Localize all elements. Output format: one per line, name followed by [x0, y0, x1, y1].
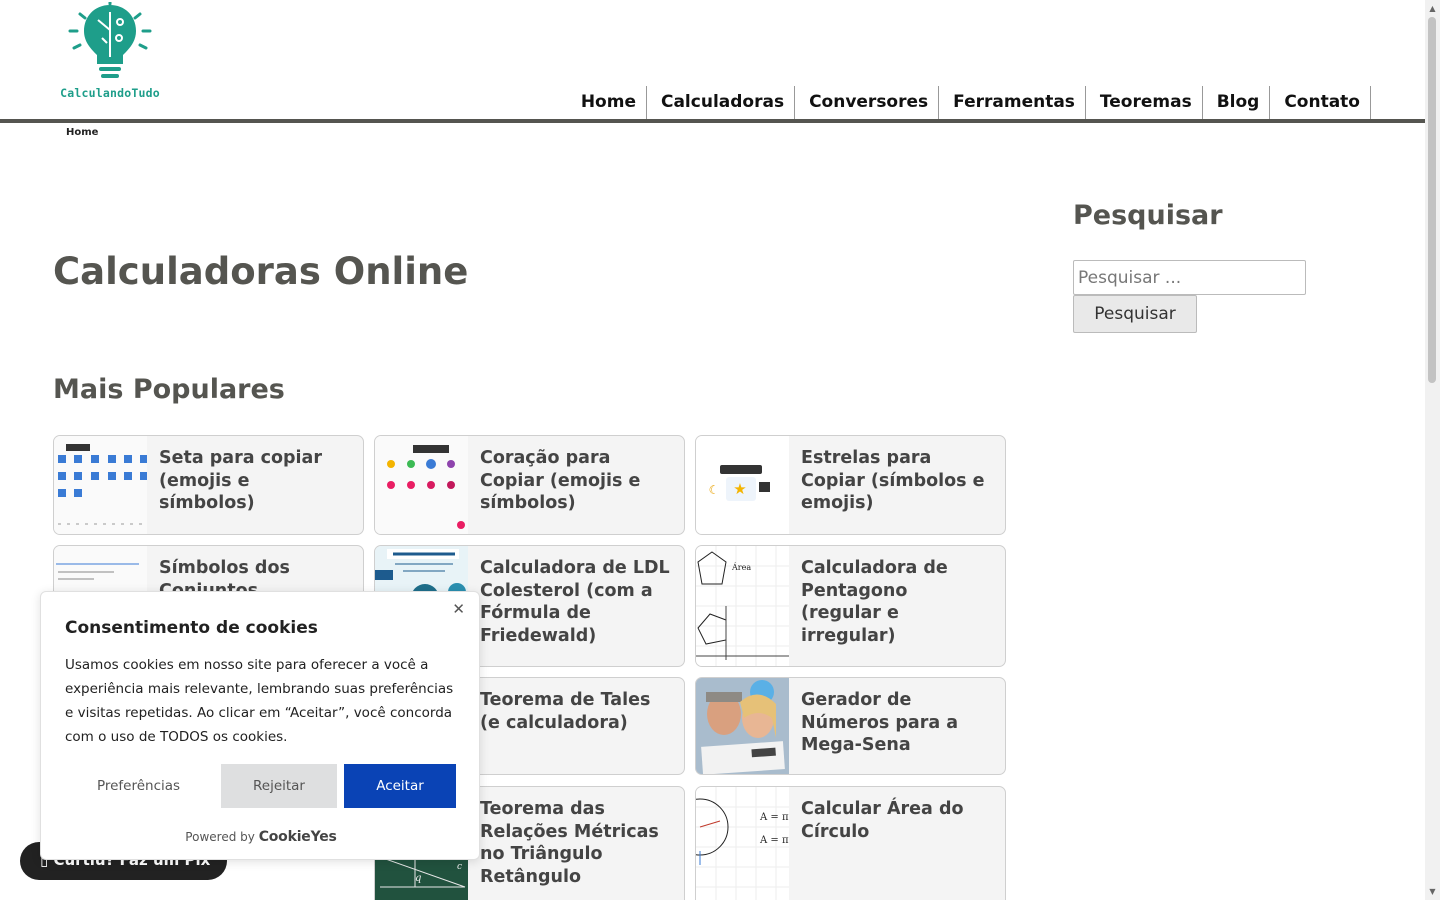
- cookie-description: Usamos cookies em nosso site para oferec…: [65, 657, 454, 745]
- pentagon-area-label: Área: [731, 563, 751, 572]
- site-logo[interactable]: CalculandoTudo: [54, 2, 166, 100]
- nav-item-contato[interactable]: Contato: [1270, 86, 1371, 119]
- card-coracao[interactable]: Coração para Copiar (emojis e símbolos): [374, 435, 685, 535]
- scroll-down-arrow-icon[interactable]: ▼: [1428, 887, 1437, 896]
- header-divider: [0, 119, 1425, 123]
- scrollbar-thumb[interactable]: [1428, 17, 1436, 383]
- card-title: Calculadora de LDL Colesterol (com a Fór…: [480, 558, 670, 646]
- circle-area-thumbnail-icon: A = π A = π: [696, 787, 789, 900]
- section-title-popular: Mais Populares: [53, 374, 285, 405]
- main-navigation: Home Calculadoras Conversores Ferramenta…: [571, 86, 1371, 119]
- nav-item-ferramentas[interactable]: Ferramentas: [939, 86, 1086, 119]
- card-thumbnail: Área: [696, 546, 789, 666]
- svg-text:c: c: [457, 862, 462, 872]
- site-header: CalculandoTudo Home Calculadoras Convers…: [0, 0, 1425, 124]
- card-title: Calculadora de Pentagono (regular e irre…: [801, 558, 948, 646]
- logo-text: CalculandoTudo: [60, 86, 160, 100]
- lottery-winners-photo-icon: [696, 678, 789, 774]
- search-button[interactable]: Pesquisar: [1073, 295, 1197, 333]
- nav-item-home[interactable]: Home: [571, 86, 647, 119]
- card-thumbnail: A = π A = π: [696, 787, 789, 900]
- svg-text:☾: ☾: [709, 483, 720, 497]
- powered-by-label: Powered by: [185, 830, 255, 844]
- card-area-circulo[interactable]: A = π A = π Calcular Área do Círculo: [695, 786, 1006, 900]
- search-input[interactable]: [1073, 260, 1306, 295]
- arrow-symbols-thumbnail-icon: [58, 444, 147, 525]
- card-thumbnail: [54, 436, 147, 534]
- page-title: Calculadoras Online: [53, 250, 469, 293]
- star-symbols-thumbnail-icon: ★ ☾: [709, 465, 770, 501]
- svg-text:A = π: A = π: [759, 835, 789, 846]
- page-scrollbar[interactable]: ▲ ▼: [1425, 0, 1440, 900]
- scroll-up-arrow-icon[interactable]: ▲: [1428, 4, 1437, 13]
- pentagon-thumbnail-icon: Área: [696, 546, 789, 666]
- card-title: Calcular Área do Círculo: [801, 799, 964, 842]
- card-title: Estrelas para Copiar (símbolos e emojis): [801, 448, 985, 513]
- close-icon[interactable]: ✕: [452, 600, 465, 618]
- lightbulb-logo-icon: [68, 2, 152, 78]
- cookieyes-logo[interactable]: CookieYes: [259, 829, 337, 845]
- card-title: Gerador de Números para a Mega-Sena: [801, 690, 959, 755]
- nav-item-teoremas[interactable]: Teoremas: [1086, 86, 1203, 119]
- svg-text:★: ★: [733, 480, 746, 498]
- nav-item-calculadoras[interactable]: Calculadoras: [647, 86, 796, 119]
- card-thumbnail: [696, 678, 789, 774]
- breadcrumb[interactable]: Home: [66, 127, 98, 138]
- card-title: Teorema das Relações Métricas no Triângu…: [480, 799, 659, 887]
- card-thumbnail: ★ ☾: [696, 436, 789, 534]
- sidebar-search-title: Pesquisar: [1073, 200, 1223, 231]
- cookie-consent-banner: ✕ Consentimento de cookies Usamos cookie…: [40, 591, 480, 860]
- card-mega-sena[interactable]: Gerador de Números para a Mega-Sena: [695, 677, 1006, 775]
- card-thumbnail: [375, 436, 468, 534]
- card-title: Coração para Copiar (emojis e símbolos): [480, 448, 641, 513]
- cookie-preferences-button[interactable]: Preferências: [65, 764, 212, 808]
- cookie-accept-button[interactable]: Aceitar: [344, 764, 456, 808]
- svg-text:q: q: [415, 873, 421, 884]
- svg-text:A = π: A = π: [759, 812, 789, 823]
- cookie-powered-by: Powered by CookieYes: [41, 829, 481, 845]
- card-estrelas[interactable]: ★ ☾ Estrelas para Copiar (símbolos e emo…: [695, 435, 1006, 535]
- cookie-title: Consentimento de cookies: [65, 618, 318, 638]
- card-pentagono[interactable]: Área Calculadora de Pentagono (regular e…: [695, 545, 1006, 667]
- card-title: Teorema de Tales (e calculadora): [480, 690, 651, 733]
- heart-symbols-thumbnail-icon: [387, 445, 465, 529]
- card-title: Seta para copiar (emojis e símbolos): [159, 448, 322, 513]
- card-seta[interactable]: Seta para copiar (emojis e símbolos): [53, 435, 364, 535]
- cookie-reject-button[interactable]: Rejeitar: [221, 764, 337, 808]
- nav-item-blog[interactable]: Blog: [1203, 86, 1271, 119]
- nav-item-conversores[interactable]: Conversores: [795, 86, 940, 119]
